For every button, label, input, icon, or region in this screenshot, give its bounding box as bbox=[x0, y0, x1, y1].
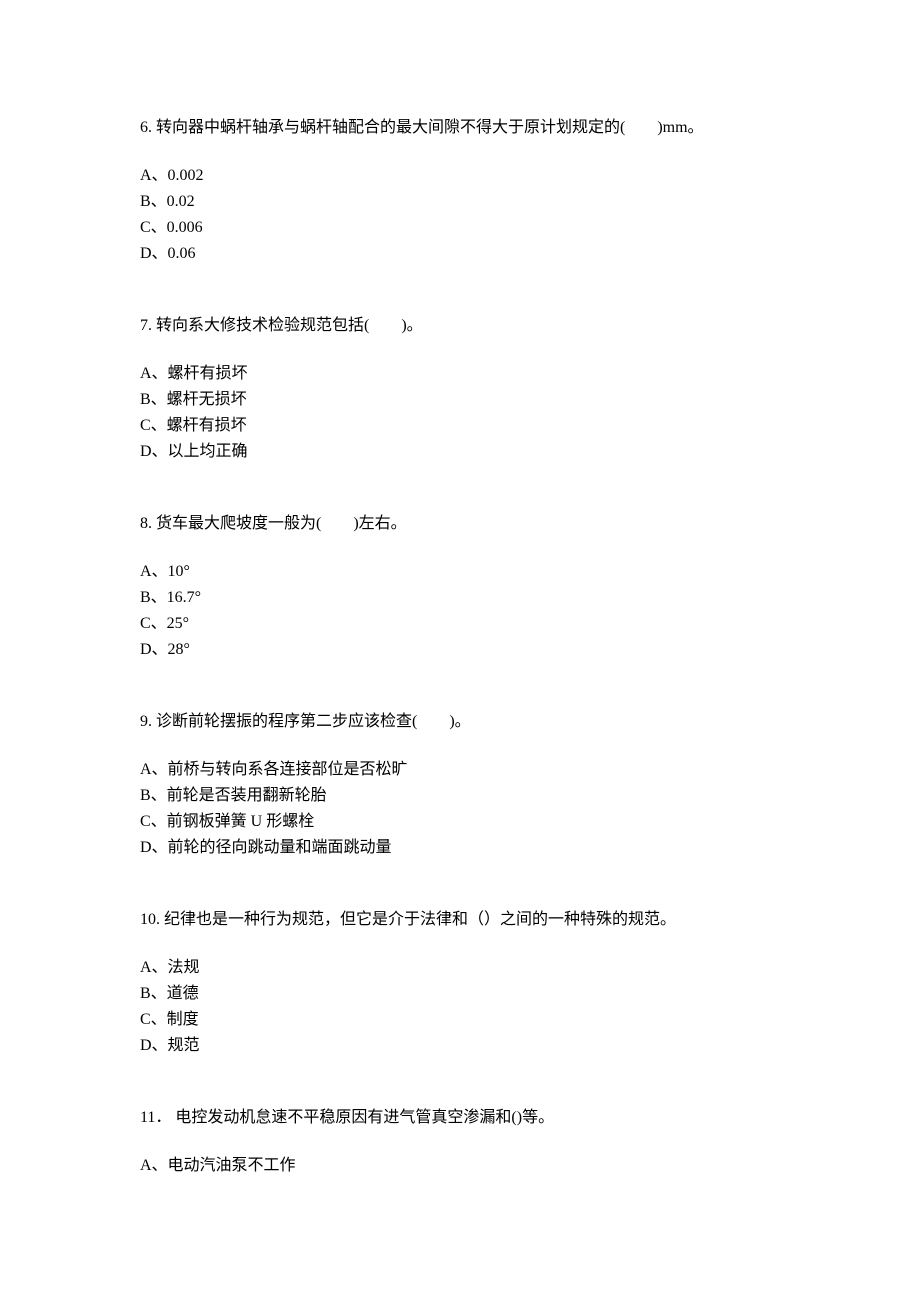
question-text: 7. 转向系大修技术检验规范包括( )。 bbox=[140, 314, 780, 338]
question-text: 8. 货车最大爬坡度一般为( )左右。 bbox=[140, 512, 780, 536]
option-b: B、螺杆无损坏 bbox=[140, 388, 780, 412]
question-number: 8. bbox=[140, 515, 152, 532]
option-a: A、10° bbox=[140, 560, 780, 584]
question-10: 10. 纪律也是一种行为规范，但它是介于法律和（）之间的一种特殊的规范。 A、法… bbox=[140, 908, 780, 1058]
option-b: B、16.7° bbox=[140, 586, 780, 610]
question-number: 11． bbox=[140, 1109, 171, 1126]
option-a: A、电动汽油泵不工作 bbox=[140, 1154, 780, 1178]
question-number: 6. bbox=[140, 119, 152, 136]
question-text: 10. 纪律也是一种行为规范，但它是介于法律和（）之间的一种特殊的规范。 bbox=[140, 908, 780, 932]
option-b: B、道德 bbox=[140, 982, 780, 1006]
question-text: 6. 转向器中蜗杆轴承与蜗杆轴配合的最大间隙不得大于原计划规定的( )mm。 bbox=[140, 116, 780, 140]
option-c: C、螺杆有损坏 bbox=[140, 414, 780, 438]
question-8: 8. 货车最大爬坡度一般为( )左右。 A、10° B、16.7° C、25° … bbox=[140, 512, 780, 662]
question-body: 货车最大爬坡度一般为( )左右。 bbox=[156, 515, 407, 532]
question-9: 9. 诊断前轮摆振的程序第二步应该检查( )。 A、前桥与转向系各连接部位是否松… bbox=[140, 710, 780, 860]
question-6: 6. 转向器中蜗杆轴承与蜗杆轴配合的最大间隙不得大于原计划规定的( )mm。 A… bbox=[140, 116, 780, 266]
option-d: D、0.06 bbox=[140, 242, 780, 266]
question-body: 电控发动机怠速不平稳原因有进气管真空渗漏和()等。 bbox=[175, 1109, 554, 1126]
option-a: A、前桥与转向系各连接部位是否松旷 bbox=[140, 758, 780, 782]
question-number: 7. bbox=[140, 317, 152, 334]
option-b: B、0.02 bbox=[140, 190, 780, 214]
question-body: 转向器中蜗杆轴承与蜗杆轴配合的最大间隙不得大于原计划规定的( )mm。 bbox=[156, 119, 704, 136]
option-c: C、制度 bbox=[140, 1008, 780, 1032]
question-text: 11． 电控发动机怠速不平稳原因有进气管真空渗漏和()等。 bbox=[140, 1106, 780, 1130]
option-a: A、法规 bbox=[140, 956, 780, 980]
option-d: D、前轮的径向跳动量和端面跳动量 bbox=[140, 836, 780, 860]
question-number: 9. bbox=[140, 713, 152, 730]
question-body: 纪律也是一种行为规范，但它是介于法律和（）之间的一种特殊的规范。 bbox=[164, 911, 676, 928]
option-d: D、以上均正确 bbox=[140, 440, 780, 464]
question-body: 转向系大修技术检验规范包括( )。 bbox=[156, 317, 423, 334]
question-body: 诊断前轮摆振的程序第二步应该检查( )。 bbox=[156, 713, 471, 730]
question-7: 7. 转向系大修技术检验规范包括( )。 A、螺杆有损坏 B、螺杆无损坏 C、螺… bbox=[140, 314, 780, 464]
question-11: 11． 电控发动机怠速不平稳原因有进气管真空渗漏和()等。 A、电动汽油泵不工作 bbox=[140, 1106, 780, 1178]
option-a: A、0.002 bbox=[140, 164, 780, 188]
option-a: A、螺杆有损坏 bbox=[140, 362, 780, 386]
document-page: 6. 转向器中蜗杆轴承与蜗杆轴配合的最大间隙不得大于原计划规定的( )mm。 A… bbox=[0, 0, 920, 1178]
question-number: 10. bbox=[140, 911, 160, 928]
option-c: C、前钢板弹簧 U 形螺栓 bbox=[140, 810, 780, 834]
option-c: C、25° bbox=[140, 612, 780, 636]
option-c: C、0.006 bbox=[140, 216, 780, 240]
question-text: 9. 诊断前轮摆振的程序第二步应该检查( )。 bbox=[140, 710, 780, 734]
option-d: D、28° bbox=[140, 638, 780, 662]
option-b: B、前轮是否装用翻新轮胎 bbox=[140, 784, 780, 808]
option-d: D、规范 bbox=[140, 1034, 780, 1058]
